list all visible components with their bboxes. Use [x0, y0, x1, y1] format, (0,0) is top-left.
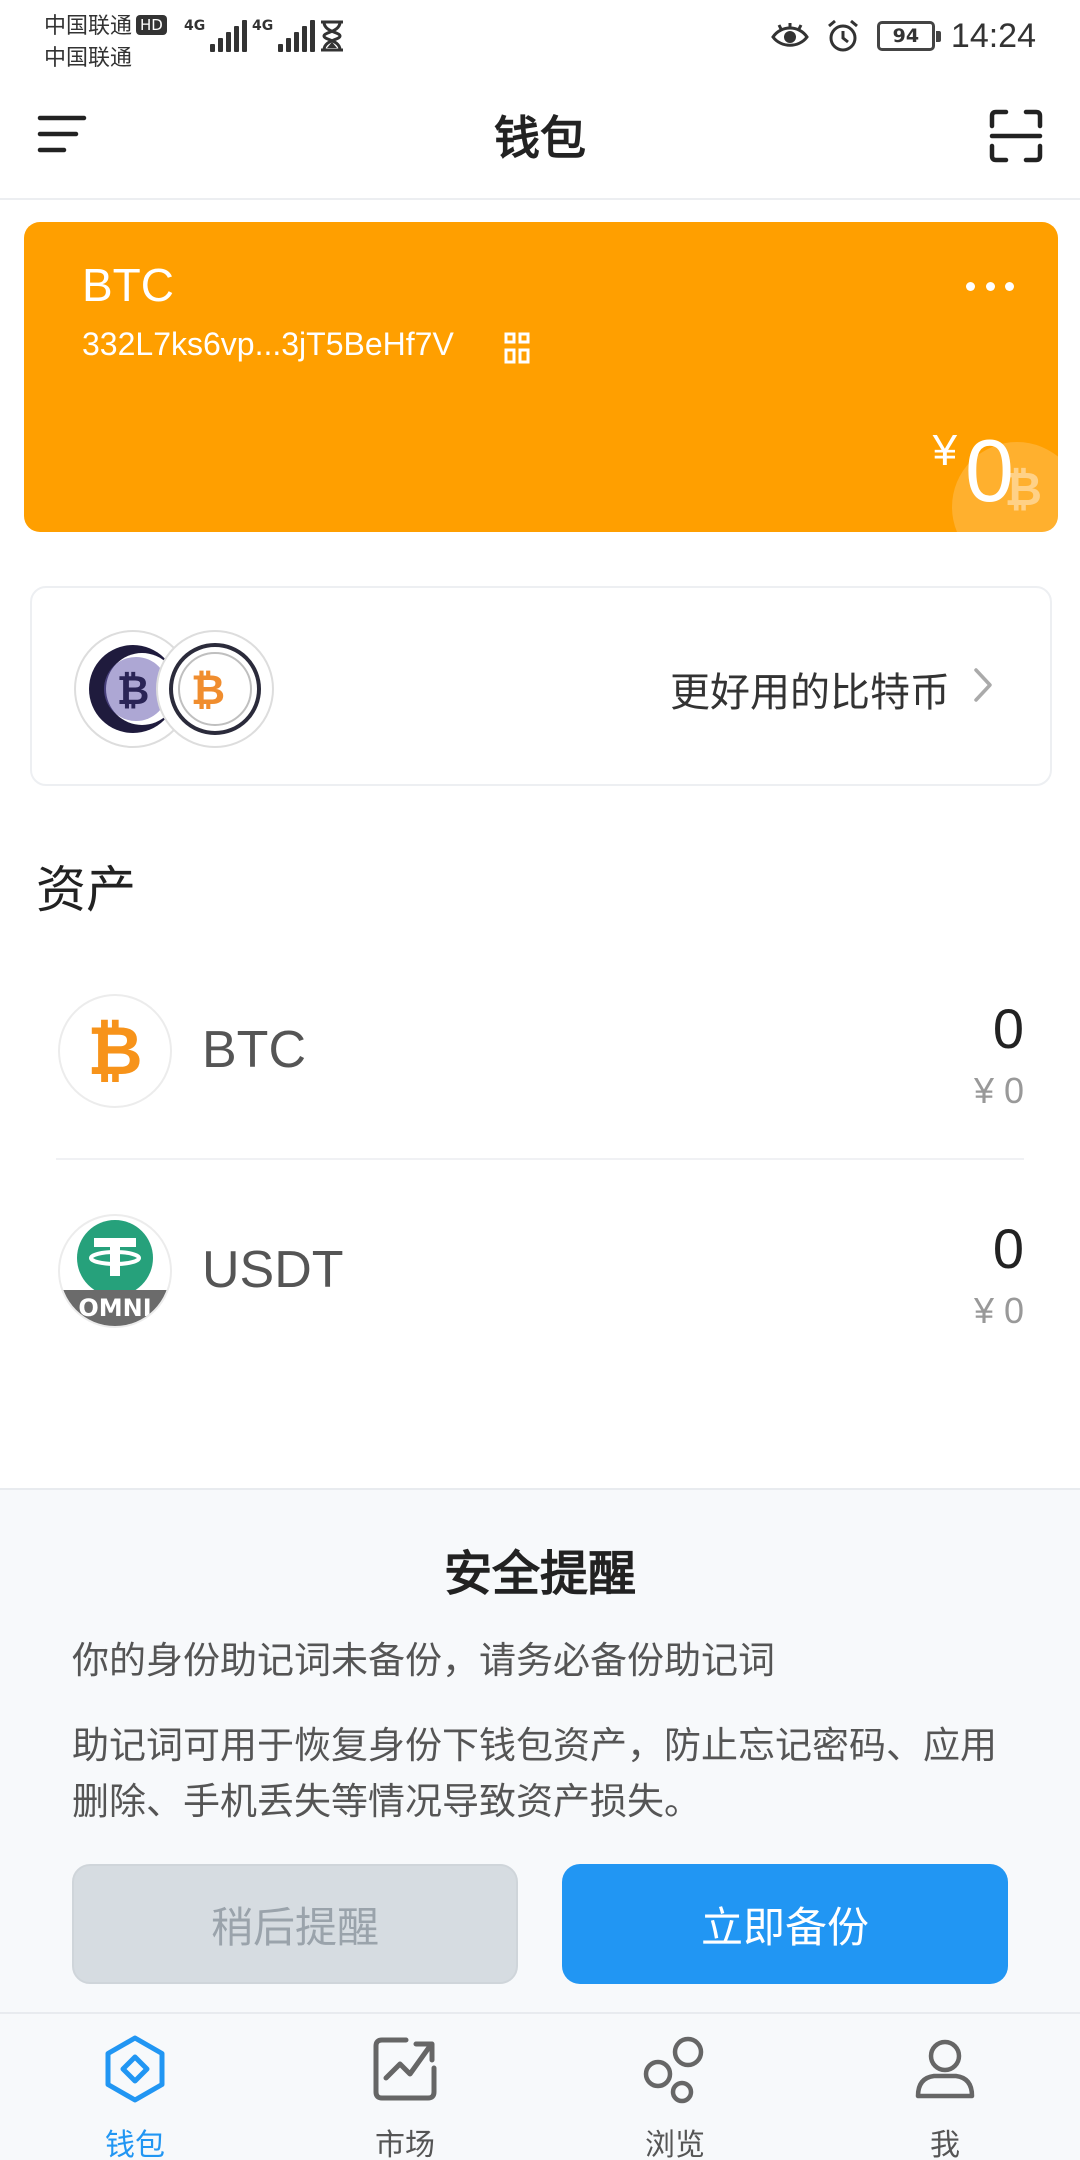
network-type-1: 4G	[184, 18, 206, 34]
status-bar: 中国联通 HD 中国联通 4G 4G 94 14:24	[0, 0, 1080, 72]
nav-label: 钱包	[105, 2128, 165, 2160]
nav-label: 浏览	[645, 2128, 705, 2160]
backup-now-button[interactable]: 立即备份	[562, 1864, 1008, 1984]
network-type-2: 4G	[252, 18, 274, 34]
balance-amount: 0	[965, 421, 1014, 520]
nav-label: 我	[930, 2128, 960, 2160]
balance-currency: ¥	[932, 426, 958, 475]
nav-item-market[interactable]: 市场	[270, 2014, 540, 2160]
status-time: 14:24	[950, 16, 1036, 55]
carrier-1: 中国联通 HD	[44, 8, 167, 40]
asset-quantity: 0	[992, 997, 1024, 1060]
scan-icon[interactable]	[988, 108, 1044, 164]
asset-symbol: BTC	[202, 1021, 306, 1079]
nav-label: 市场	[375, 2128, 435, 2160]
chevron-right-icon	[974, 668, 992, 702]
alarm-icon	[827, 19, 858, 52]
hourglass-icon	[321, 20, 343, 52]
wallet-name: BTC	[82, 259, 174, 311]
market-icon	[373, 2037, 437, 2101]
nav-item-browse[interactable]: 浏览	[540, 2014, 810, 2160]
asset-quantity: 0	[992, 1217, 1024, 1280]
svg-text:OMNI: OMNI	[78, 1294, 151, 1322]
wallet-icon	[105, 2035, 165, 2103]
tether-omni-icon: OMNI	[58, 1214, 172, 1328]
carrier-2: 中国联通	[44, 46, 133, 71]
security-reminder-sheet: 安全提醒 你的身份助记词未备份，请务必备份助记词 助记词可用于恢复身份下钱包资产…	[0, 1488, 1080, 2012]
svg-text:₿: ₿	[117, 668, 150, 714]
promo-text: 更好用的比特币	[670, 670, 950, 716]
remind-later-button[interactable]: 稍后提醒	[72, 1864, 518, 1984]
battery-indicator: 94	[876, 21, 941, 51]
nav-item-me[interactable]: 我	[810, 2014, 1080, 2160]
security-warning: 你的身份助记词未备份，请务必备份助记词	[72, 1639, 775, 1682]
bottom-navigation: 钱包 市场 浏览 我	[0, 2012, 1080, 2160]
assets-heading: 资产	[36, 861, 136, 919]
orange-bitcoin-logo-icon: ₿	[156, 630, 274, 748]
signal-strength-icon: 4G	[184, 18, 248, 52]
eye-comfort-icon	[771, 23, 809, 47]
signal-strength-icon-2: 4G	[252, 18, 316, 52]
asset-symbol: USDT	[202, 1241, 344, 1299]
carrier-1-label: 中国联通	[44, 14, 133, 39]
asset-fiat-value: ¥ 0	[973, 1290, 1024, 1331]
app-header: 钱包	[0, 72, 1080, 200]
qr-code-icon[interactable]	[504, 332, 532, 364]
profile-icon	[915, 2039, 975, 2099]
wallet-card[interactable]: ₿ BTC 332L7ks6vp...3jT5BeHf7V ¥0	[24, 222, 1058, 532]
security-reminder-title: 安全提醒	[443, 1546, 636, 1602]
asset-fiat-value: ¥ 0	[973, 1070, 1024, 1111]
bitcoin-icon: ₿	[58, 994, 172, 1108]
nav-item-wallet[interactable]: 钱包	[0, 2014, 270, 2160]
page-title: 钱包	[494, 111, 586, 165]
promo-logos: ₿ ₿	[74, 630, 274, 748]
hd-badge: HD	[136, 15, 167, 35]
more-options-button[interactable]	[966, 278, 1014, 294]
wallet-balance: ¥0	[933, 426, 1014, 515]
status-right: 94 14:24	[771, 14, 1036, 58]
security-description: 助记词可用于恢复身份下钱包资产，防止忘记密码、应用删除、手机丢失等情况导致资产损…	[72, 1724, 997, 1823]
asset-row-usdt[interactable]: OMNI USDT 0 ¥ 0	[56, 1160, 1024, 1380]
svg-text:₿: ₿	[87, 1012, 142, 1091]
wallet-address[interactable]: 332L7ks6vp...3jT5BeHf7V	[82, 326, 454, 363]
asset-row-btc[interactable]: ₿ BTC 0 ¥ 0	[56, 940, 1024, 1160]
browse-icon	[643, 2036, 704, 2104]
promo-banner[interactable]: ₿ ₿ 更好用的比特币	[30, 586, 1052, 786]
svg-text:₿: ₿	[191, 665, 225, 714]
